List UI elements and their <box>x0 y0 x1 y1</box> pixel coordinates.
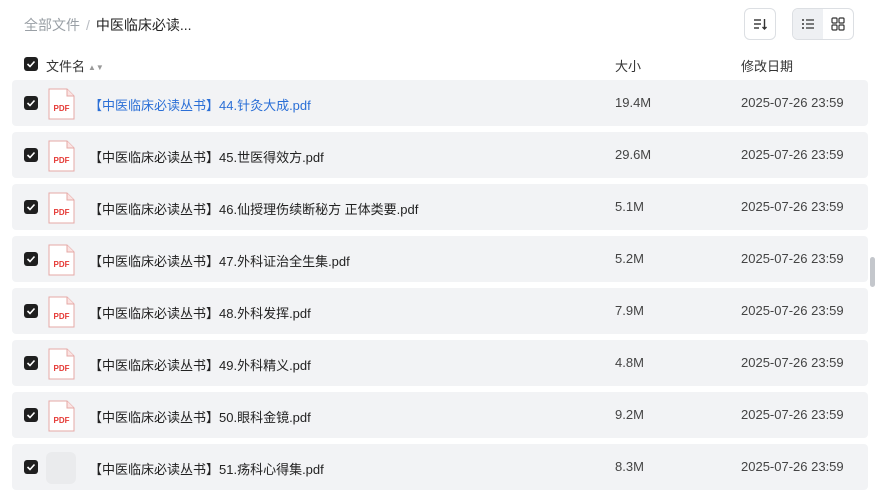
file-size: 9.2M <box>615 407 644 422</box>
row-checkbox[interactable] <box>24 252 38 266</box>
file-size: 5.1M <box>615 199 644 214</box>
svg-text:PDF: PDF <box>54 416 70 425</box>
row-checkbox[interactable] <box>24 148 38 162</box>
file-size: 19.4M <box>615 95 652 110</box>
file-row[interactable]: PDF 【中医临床必读丛书】49.外科精义.pdf 4.8M 2025-07-26 2… <box>12 340 868 386</box>
file-row[interactable]: PDF 【中医临床必读丛书】48.外科发挥.pdf 7.9M 2025-07-26 2… <box>12 288 868 334</box>
row-checkbox[interactable] <box>24 356 38 370</box>
file-name-link[interactable]: 【中医临床必读丛书】45.世医得效方.pdf <box>89 147 324 166</box>
row-checkbox[interactable] <box>24 460 38 474</box>
row-checkbox[interactable] <box>24 408 38 422</box>
pdf-icon: PDF <box>48 244 75 276</box>
file-row[interactable]: PDF 【中医临床必读丛书】47.外科证治全生集.pdf 5.2M 2025-07-2… <box>12 236 868 282</box>
scrollbar-thumb[interactable] <box>870 257 875 287</box>
sort-button[interactable] <box>744 8 776 40</box>
checkmark-icon <box>26 307 36 315</box>
checkmark-icon <box>26 203 36 211</box>
pdf-icon: PDF <box>48 88 75 120</box>
file-row[interactable]: PDF 【中医临床必读丛书】45.世医得效方.pdf 29.6M 2025-07-26… <box>12 132 868 178</box>
pdf-icon: PDF <box>48 400 75 432</box>
file-size: 7.9M <box>615 303 644 318</box>
file-modified-date: 2025-07-26 23:59 <box>741 251 844 266</box>
svg-text:PDF: PDF <box>54 312 70 321</box>
file-row[interactable]: PDF 【中医临床必读丛书】44.针灸大成.pdf 19.4M 2025-07-26 … <box>12 80 868 126</box>
column-header-name-label: 文件名 <box>46 59 86 74</box>
checkmark-icon <box>26 463 36 471</box>
file-row[interactable]: PDF 【中医临床必读丛书】50.眼科金镜.pdf 9.2M 2025-07-26 2… <box>12 392 868 438</box>
grid-view-icon <box>831 17 845 31</box>
file-placeholder-icon <box>46 452 76 484</box>
file-modified-date: 2025-07-26 23:59 <box>741 95 844 110</box>
file-modified-date: 2025-07-26 23:59 <box>741 407 844 422</box>
svg-text:PDF: PDF <box>54 156 70 165</box>
column-header-modified[interactable]: 修改日期 <box>741 56 793 75</box>
checkmark-icon <box>26 411 36 419</box>
file-name-link[interactable]: 【中医临床必读丛书】44.针灸大成.pdf <box>89 95 311 114</box>
sort-icon <box>754 19 767 30</box>
checkmark-icon <box>26 359 36 367</box>
checkmark-icon <box>26 99 36 107</box>
file-name-link[interactable]: 【中医临床必读丛书】50.眼科金镜.pdf <box>89 407 311 426</box>
file-name-link[interactable]: 【中医临床必读丛书】49.外科精义.pdf <box>89 355 311 374</box>
svg-text:PDF: PDF <box>54 208 70 217</box>
file-modified-date: 2025-07-26 23:59 <box>741 459 844 474</box>
checkmark-icon <box>26 60 36 68</box>
list-view-icon <box>802 19 814 29</box>
file-modified-date: 2025-07-26 23:59 <box>741 199 844 214</box>
pdf-icon: PDF <box>48 348 75 380</box>
file-modified-date: 2025-07-26 23:59 <box>741 147 844 162</box>
list-view-button[interactable] <box>793 9 823 39</box>
sort-caret-icon: ▲▼ <box>88 63 104 72</box>
svg-text:PDF: PDF <box>54 104 70 113</box>
file-modified-date: 2025-07-26 23:59 <box>741 303 844 318</box>
file-modified-date: 2025-07-26 23:59 <box>741 355 844 370</box>
grid-view-button[interactable] <box>823 9 853 39</box>
checkmark-icon <box>26 255 36 263</box>
file-size: 5.2M <box>615 251 644 266</box>
table-header: 文件名 ▲▼ 大小 修改日期 <box>12 50 868 78</box>
file-name-link[interactable]: 【中医临床必读丛书】47.外科证治全生集.pdf <box>89 251 350 270</box>
file-name-link[interactable]: 【中医临床必读丛书】51.疡科心得集.pdf <box>89 459 324 478</box>
file-name-link[interactable]: 【中医临床必读丛书】46.仙授理伤续断秘方 正体类要.pdf <box>89 199 418 218</box>
column-header-name[interactable]: 文件名 ▲▼ <box>46 56 104 75</box>
row-checkbox[interactable] <box>24 96 38 110</box>
row-checkbox[interactable] <box>24 200 38 214</box>
checkmark-icon <box>26 151 36 159</box>
breadcrumb: 全部文件 / 中医临床必读... <box>24 15 192 35</box>
select-all-checkbox[interactable] <box>24 57 38 71</box>
pdf-icon: PDF <box>48 140 75 172</box>
file-size: 29.6M <box>615 147 652 162</box>
breadcrumb-separator: / <box>86 17 90 33</box>
column-header-size[interactable]: 大小 <box>615 56 641 75</box>
file-size: 8.3M <box>615 459 644 474</box>
pdf-icon: PDF <box>48 296 75 328</box>
svg-text:PDF: PDF <box>54 364 70 373</box>
row-checkbox[interactable] <box>24 304 38 318</box>
top-bar: 全部文件 / 中医临床必读... <box>0 0 878 50</box>
file-size: 4.8M <box>615 355 644 370</box>
file-row[interactable]: 【中医临床必读丛书】51.疡科心得集.pdf 8.3M 2025-07-26 23:… <box>12 444 868 490</box>
breadcrumb-root-link[interactable]: 全部文件 <box>24 15 80 35</box>
view-toggle-group <box>792 8 854 40</box>
pdf-icon: PDF <box>48 192 75 224</box>
breadcrumb-current-folder: 中医临床必读... <box>95 17 192 33</box>
file-row[interactable]: PDF 【中医临床必读丛书】46.仙授理伤续断秘方 正体类要.pdf 5.1M 202… <box>12 184 868 230</box>
svg-text:PDF: PDF <box>54 260 70 269</box>
file-name-link[interactable]: 【中医临床必读丛书】48.外科发挥.pdf <box>89 303 311 322</box>
